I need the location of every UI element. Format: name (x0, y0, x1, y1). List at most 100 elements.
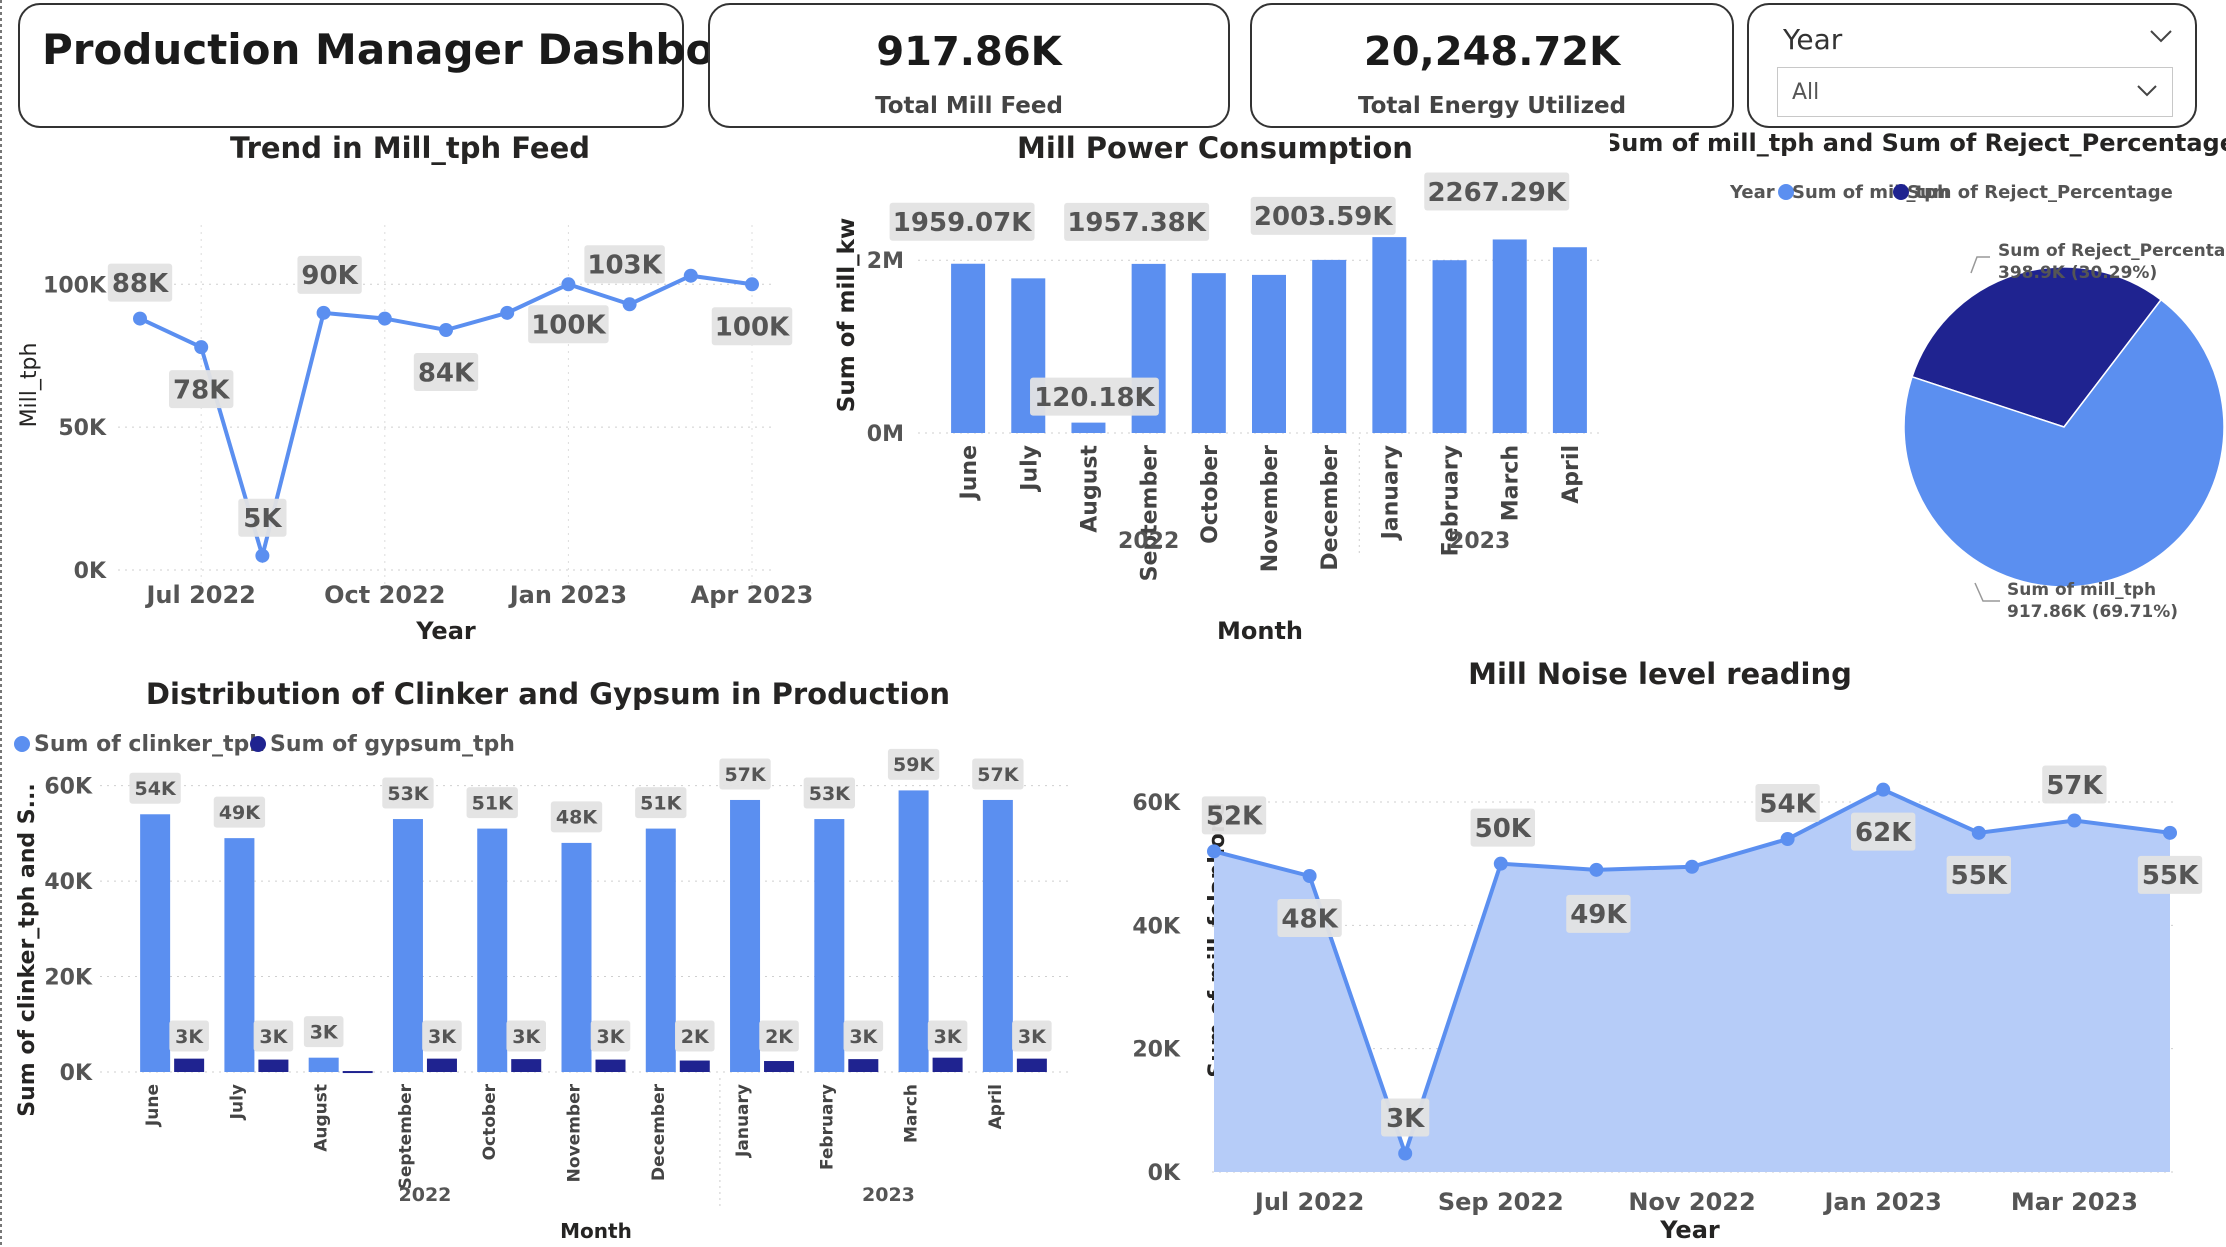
bar-clinker (392, 819, 423, 1072)
x-tick-label: August (1077, 445, 1102, 533)
group-label: 2022 (399, 1184, 452, 1206)
mill-power-consumption-chart[interactable]: Mill Power Consumption Month Sum of mill… (820, 125, 1610, 655)
data-point (1207, 844, 1221, 859)
x-axis-title: Year (1659, 1216, 1720, 1244)
chevron-down-icon (2137, 85, 2157, 97)
bar (1312, 259, 1347, 433)
data-label: 48K (1281, 904, 1338, 934)
data-label: 3K (512, 1026, 541, 1048)
bar-clinker (561, 842, 592, 1072)
y-tick-label: 40K (44, 870, 93, 895)
data-label: 2K (681, 1026, 710, 1048)
data-point (561, 277, 576, 292)
data-label: 1957.38K (1067, 208, 1206, 238)
data-label: 120.18K (1034, 383, 1155, 413)
x-tick-label: Sep 2022 (1438, 1188, 1564, 1216)
x-tick-label: Mar 2023 (2011, 1188, 2138, 1216)
legend-marker (14, 736, 30, 752)
legend-label: Sum of gypsum_tph (270, 732, 515, 757)
year-slicer-label: Year (1783, 23, 1843, 56)
leader-line (1974, 582, 2000, 602)
x-axis-title: Month (560, 1219, 632, 1243)
y-axis-title: Sum of mill_kw (834, 218, 860, 412)
data-point (316, 305, 331, 320)
x-tick-label: December (649, 1083, 669, 1181)
bar-gypsum (511, 1059, 542, 1072)
data-label: 53K (809, 783, 851, 805)
data-label: 49K (219, 802, 261, 824)
data-label: 84K (418, 358, 475, 388)
x-tick-label: October (480, 1083, 500, 1160)
clinker-gypsum-chart[interactable]: Distribution of Clinker and Gypsum in Pr… (0, 660, 1100, 1247)
chart-title: Distribution of Clinker and Gypsum in Pr… (146, 677, 950, 711)
y-tick-label: 20K (1132, 1038, 1181, 1063)
data-point (2163, 825, 2177, 840)
data-label: 55K (2142, 861, 2199, 891)
mill-noise-level-chart[interactable]: Mill Noise level reading Year Sum of mil… (1100, 640, 2226, 1247)
page-title: Production Manager Dashboard (42, 25, 794, 74)
data-label: 49K (1570, 900, 1627, 930)
data-label: 57K (2046, 771, 2103, 801)
bar-clinker (477, 828, 508, 1072)
data-label: 1959.07K (893, 208, 1032, 238)
x-tick-label: September (1138, 445, 1163, 582)
slice-label-value: 398.9K (30.29%) (1998, 263, 2157, 283)
y-axis-title: Sum of clinker_tph and S... (15, 783, 40, 1116)
x-tick-label: January (733, 1084, 753, 1158)
bar-gypsum (1016, 1058, 1047, 1072)
bar (951, 263, 986, 433)
slice-label-name: Sum of mill_tph (2007, 580, 2156, 600)
data-label: 2K (765, 1026, 794, 1048)
year-slicer[interactable]: Year All (1747, 3, 2197, 128)
data-point (1876, 782, 1891, 797)
data-label: 54K (1759, 789, 1816, 819)
data-point (1971, 825, 1986, 840)
bar-gypsum (426, 1058, 457, 1072)
data-point (500, 305, 515, 320)
data-label: 51K (472, 792, 514, 814)
mill-reject-pie-chart[interactable]: Sum of mill_tph and Sum of Reject_Percen… (1610, 125, 2226, 645)
bar-gypsum (764, 1061, 795, 1072)
x-tick-label: February (817, 1084, 837, 1170)
data-label: 90K (301, 261, 358, 291)
y-tick-label: 0M (867, 422, 904, 447)
data-label: 5K (243, 504, 282, 534)
x-tick-label: Oct 2022 (324, 581, 445, 609)
data-label: 78K (173, 376, 230, 406)
data-point (255, 548, 270, 563)
y-tick-label: 2M (867, 249, 904, 274)
data-label: 3K (849, 1026, 878, 1048)
x-tick-label: October (1198, 445, 1223, 544)
kpi-card-total-mill-feed[interactable]: 917.86K Total Mill Feed (708, 3, 1230, 128)
group-label: 2022 (1118, 529, 1179, 554)
x-tick-label: April (1559, 445, 1584, 504)
data-point (1589, 862, 1604, 877)
data-point (1302, 869, 1317, 883)
bar-clinker (982, 799, 1013, 1072)
chevron-down-icon[interactable] (2149, 27, 2173, 45)
chart-title: Sum of mill_tph and Sum of Reject_Percen… (1610, 129, 2226, 157)
bar (1372, 237, 1407, 433)
data-point (1398, 1146, 1413, 1161)
year-dropdown[interactable]: All (1777, 67, 2173, 117)
data-label: 103K (587, 251, 662, 281)
data-label: 54K (135, 778, 177, 800)
x-tick-label: January (1378, 445, 1403, 541)
legend-title: Year (1729, 182, 1775, 203)
x-axis-title: Year (415, 617, 476, 645)
y-tick-label: 60K (44, 775, 93, 800)
chart-title: Trend in Mill_tph Feed (230, 131, 590, 165)
x-tick-label: March (902, 1084, 922, 1143)
kpi-card-total-energy[interactable]: 20,248.72K Total Energy Utilized (1250, 3, 1734, 128)
trend-mill-tph-chart[interactable]: Trend in Mill_tph Feed Year Mill_tph 0K 5… (0, 125, 820, 655)
data-label: 3K (1386, 1104, 1425, 1134)
bar-clinker (140, 814, 171, 1072)
y-tick-label: 0K (74, 559, 107, 584)
legend-label: Sum of clinker_tph (34, 732, 265, 757)
y-tick-label: 60K (1132, 791, 1181, 816)
x-tick-label: November (565, 1083, 585, 1182)
x-tick-label: November (1258, 445, 1283, 572)
y-tick-label: 100K (43, 273, 107, 298)
data-label: 2003.59K (1254, 202, 1393, 232)
bar (1252, 274, 1286, 433)
